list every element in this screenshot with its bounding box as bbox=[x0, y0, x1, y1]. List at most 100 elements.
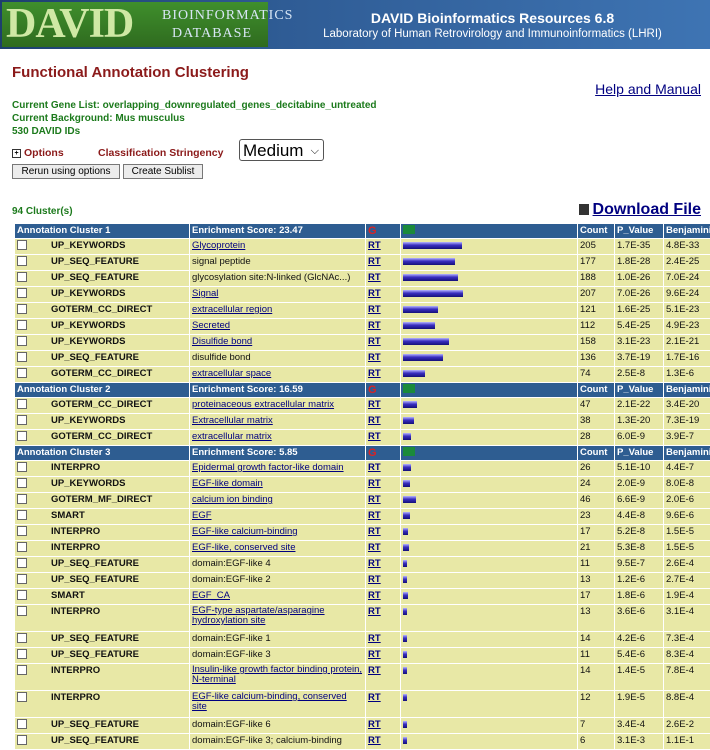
annotation-term[interactable]: EGF-like calcium-binding, conserved site bbox=[192, 691, 347, 712]
rt-link[interactable]: RT bbox=[368, 692, 381, 703]
rt-link[interactable]: RT bbox=[368, 462, 381, 473]
annotation-term[interactable]: calcium ion binding bbox=[192, 494, 273, 505]
gene-report-icon[interactable]: G bbox=[368, 384, 377, 396]
annotation-term[interactable]: proteinaceous extracellular matrix bbox=[192, 399, 334, 410]
rt-link[interactable]: RT bbox=[368, 510, 381, 521]
rt-link[interactable]: RT bbox=[368, 606, 381, 617]
download-file-link[interactable]: Download File bbox=[578, 201, 701, 219]
rt-link[interactable]: RT bbox=[368, 574, 381, 585]
banner-title: DAVID Bioinformatics Resources 6.8 bbox=[370, 10, 615, 26]
row-checkbox[interactable] bbox=[17, 542, 27, 552]
annotation-term[interactable]: EGF-like domain bbox=[192, 478, 263, 489]
rt-link[interactable]: RT bbox=[368, 320, 381, 331]
rt-link[interactable]: RT bbox=[368, 368, 381, 379]
annotation-term[interactable]: extracellular matrix bbox=[192, 431, 272, 442]
row-checkbox[interactable] bbox=[17, 719, 27, 729]
row-checkbox[interactable] bbox=[17, 558, 27, 568]
cluster-name: Annotation Cluster 2 bbox=[17, 384, 111, 395]
row-checkbox[interactable] bbox=[17, 478, 27, 488]
cluster-plot-icon[interactable] bbox=[403, 447, 415, 456]
rt-link[interactable]: RT bbox=[368, 399, 381, 410]
annotation-term[interactable]: Disulfide bond bbox=[192, 336, 252, 347]
annotation-term[interactable]: Epidermal growth factor-like domain bbox=[192, 462, 344, 473]
rt-link[interactable]: RT bbox=[368, 431, 381, 442]
rerun-button[interactable]: Rerun using options bbox=[12, 164, 120, 179]
enrichment-bar bbox=[403, 635, 407, 642]
rt-link[interactable]: RT bbox=[368, 415, 381, 426]
annotation-term[interactable]: extracellular region bbox=[192, 304, 272, 315]
rt-link[interactable]: RT bbox=[368, 352, 381, 363]
row-checkbox[interactable] bbox=[17, 606, 27, 616]
download-label: Download File bbox=[592, 201, 701, 218]
row-checkbox[interactable] bbox=[17, 665, 27, 675]
rt-link[interactable]: RT bbox=[368, 478, 381, 489]
gene-count: 7 bbox=[580, 719, 586, 730]
rt-link[interactable]: RT bbox=[368, 590, 381, 601]
gene-report-icon[interactable]: G bbox=[368, 225, 377, 237]
annotation-term[interactable]: Secreted bbox=[192, 320, 230, 331]
row-checkbox[interactable] bbox=[17, 633, 27, 643]
rt-link[interactable]: RT bbox=[368, 272, 381, 283]
row-checkbox[interactable] bbox=[17, 462, 27, 472]
row-checkbox[interactable] bbox=[17, 649, 27, 659]
annotation-term[interactable]: Insulin-like growth factor binding prote… bbox=[192, 664, 362, 685]
rt-link[interactable]: RT bbox=[368, 649, 381, 660]
row-checkbox[interactable] bbox=[17, 431, 27, 441]
annotation-term[interactable]: EGF bbox=[192, 510, 212, 521]
rt-link[interactable]: RT bbox=[368, 256, 381, 267]
rt-link[interactable]: RT bbox=[368, 558, 381, 569]
row-checkbox[interactable] bbox=[17, 272, 27, 282]
rt-link[interactable]: RT bbox=[368, 719, 381, 730]
annotation-term[interactable]: EGF_CA bbox=[192, 590, 230, 601]
row-checkbox[interactable] bbox=[17, 415, 27, 425]
row-checkbox[interactable] bbox=[17, 399, 27, 409]
annotation-term[interactable]: EGF-type aspartate/asparagine hydroxylat… bbox=[192, 605, 325, 626]
annotation-term[interactable]: Glycoprotein bbox=[192, 240, 245, 251]
row-checkbox[interactable] bbox=[17, 240, 27, 250]
row-checkbox[interactable] bbox=[17, 590, 27, 600]
help-manual-link[interactable]: Help and Manual bbox=[595, 81, 701, 97]
create-sublist-button[interactable]: Create Sublist bbox=[123, 164, 203, 179]
row-checkbox[interactable] bbox=[17, 320, 27, 330]
row-checkbox[interactable] bbox=[17, 510, 27, 520]
table-row: UP_SEQ_FEATURE domain:EGF-like 6 RT 7 3.4E-4… bbox=[15, 718, 710, 733]
floppy-disk-icon bbox=[578, 204, 589, 215]
rt-link[interactable]: RT bbox=[368, 304, 381, 315]
row-checkbox[interactable] bbox=[17, 692, 27, 702]
row-checkbox[interactable] bbox=[17, 336, 27, 346]
row-checkbox[interactable] bbox=[17, 494, 27, 504]
david-logo[interactable]: DAVID BIOINFORMATICS DATABASE bbox=[2, 2, 292, 47]
rt-link[interactable]: RT bbox=[368, 288, 381, 299]
rt-link[interactable]: RT bbox=[368, 735, 381, 746]
table-row: SMART EGF RT 23 4.4E-8 9.6E-6 bbox=[15, 509, 710, 524]
rt-link[interactable]: RT bbox=[368, 336, 381, 347]
annotation-term[interactable]: extracellular space bbox=[192, 368, 271, 379]
annotation-term[interactable]: EGF-like, conserved site bbox=[192, 542, 295, 553]
row-checkbox[interactable] bbox=[17, 735, 27, 745]
cluster-header: Annotation Cluster 3 Enrichment Score: 5.… bbox=[15, 446, 710, 460]
rt-link[interactable]: RT bbox=[368, 494, 381, 505]
row-checkbox[interactable] bbox=[17, 304, 27, 314]
annotation-term[interactable]: Signal bbox=[192, 288, 218, 299]
cluster-plot-icon[interactable] bbox=[403, 384, 415, 393]
row-checkbox[interactable] bbox=[17, 574, 27, 584]
row-checkbox[interactable] bbox=[17, 368, 27, 378]
stringency-select[interactable]: Medium ⌵ bbox=[239, 139, 324, 161]
row-checkbox[interactable] bbox=[17, 288, 27, 298]
gene-report-icon[interactable]: G bbox=[368, 447, 377, 459]
cluster-plot-icon[interactable] bbox=[403, 225, 415, 234]
rt-link[interactable]: RT bbox=[368, 633, 381, 644]
annotation-term[interactable]: Extracellular matrix bbox=[192, 415, 273, 426]
annotation-term[interactable]: EGF-like calcium-binding bbox=[192, 526, 298, 537]
options-toggle[interactable]: + Options bbox=[12, 147, 64, 159]
rt-link[interactable]: RT bbox=[368, 542, 381, 553]
row-checkbox[interactable] bbox=[17, 256, 27, 266]
annotation-category: UP_KEYWORDS bbox=[51, 478, 126, 489]
row-checkbox[interactable] bbox=[17, 352, 27, 362]
rt-link[interactable]: RT bbox=[368, 665, 381, 676]
annotation-category: INTERPRO bbox=[51, 526, 101, 537]
row-checkbox[interactable] bbox=[17, 526, 27, 536]
rt-link[interactable]: RT bbox=[368, 240, 381, 251]
rt-link[interactable]: RT bbox=[368, 526, 381, 537]
p-value: 1.9E-5 bbox=[617, 692, 645, 703]
